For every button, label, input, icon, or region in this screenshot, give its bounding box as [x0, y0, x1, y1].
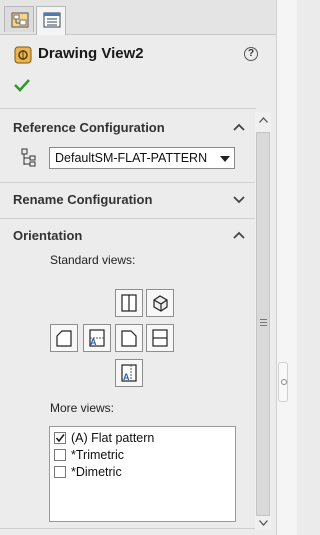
- chevron-down-icon[interactable]: [232, 194, 246, 204]
- configuration-tree-icon: [21, 148, 36, 167]
- list-item-label: *Trimetric: [71, 448, 125, 462]
- grip-icon: [260, 319, 267, 327]
- svg-text:A: A: [90, 337, 97, 347]
- standard-views-label: Standard views:: [50, 253, 136, 267]
- tab-property-manager[interactable]: [36, 6, 66, 35]
- trimetric-checkbox[interactable]: [54, 449, 66, 461]
- ok-button[interactable]: [14, 78, 30, 92]
- isometric-view-button[interactable]: [146, 289, 174, 317]
- back-view-icon: A: [121, 364, 137, 382]
- chevron-up-icon[interactable]: [232, 122, 246, 132]
- scroll-down-icon[interactable]: [259, 520, 268, 526]
- more-views-list: (A) Flat pattern *Trimetric *Dimetric: [49, 426, 236, 522]
- handle-dot-icon: [281, 379, 287, 385]
- divider: [0, 528, 256, 529]
- checkmark-icon: [55, 434, 65, 443]
- dimetric-checkbox[interactable]: [54, 466, 66, 478]
- top-view-icon: A: [89, 329, 105, 347]
- top-view-button[interactable]: A: [83, 324, 111, 352]
- manager-tabs: [0, 0, 276, 35]
- page-title: Drawing View2: [38, 45, 144, 62]
- divider: [0, 218, 256, 219]
- vertical-scrollbar[interactable]: [255, 112, 271, 530]
- scrollbar-thumb[interactable]: [256, 132, 270, 516]
- front-view-icon: [121, 294, 137, 312]
- section-reference-configuration-header[interactable]: Reference Configuration: [13, 120, 165, 135]
- tab-feature-manager[interactable]: [4, 6, 34, 32]
- reference-configuration-select[interactable]: DefaultSM-FLAT-PATTERN: [49, 147, 235, 169]
- left-view-button[interactable]: [50, 324, 78, 352]
- dropdown-arrow-icon: [220, 156, 230, 162]
- section-rename-configuration-header[interactable]: Rename Configuration: [13, 192, 152, 207]
- section-orientation-header[interactable]: Orientation: [13, 228, 82, 243]
- isometric-view-icon: [153, 295, 168, 312]
- panel-edge: [277, 0, 297, 535]
- front-view-button[interactable]: [115, 289, 143, 317]
- bottom-view-button[interactable]: [146, 324, 174, 352]
- property-manager-icon: [43, 12, 61, 28]
- more-views-label: More views:: [50, 401, 115, 415]
- right-view-button[interactable]: [115, 324, 143, 352]
- checkmark-icon: [14, 79, 30, 92]
- list-item-label: *Dimetric: [71, 465, 122, 479]
- selected-configuration: DefaultSM-FLAT-PATTERN: [55, 151, 208, 165]
- help-icon[interactable]: ?: [244, 47, 258, 61]
- right-view-icon: [121, 330, 137, 347]
- left-view-icon: [56, 330, 72, 347]
- property-manager-panel: Drawing View2 ? Reference Configuration …: [0, 0, 277, 535]
- divider: [0, 182, 256, 183]
- svg-text:A: A: [123, 372, 130, 382]
- back-view-button[interactable]: A: [115, 359, 143, 387]
- divider: [0, 108, 256, 109]
- scroll-up-icon[interactable]: [259, 117, 268, 123]
- feature-manager-icon: [11, 12, 29, 28]
- drawing-view-icon: [14, 46, 32, 64]
- collapse-handle[interactable]: [278, 362, 288, 402]
- flat-pattern-checkbox[interactable]: [54, 432, 66, 444]
- panel-header: Drawing View2 ?: [0, 38, 276, 70]
- chevron-up-icon[interactable]: [232, 230, 246, 240]
- bottom-view-icon: [152, 329, 168, 347]
- list-item-label: (A) Flat pattern: [71, 431, 155, 445]
